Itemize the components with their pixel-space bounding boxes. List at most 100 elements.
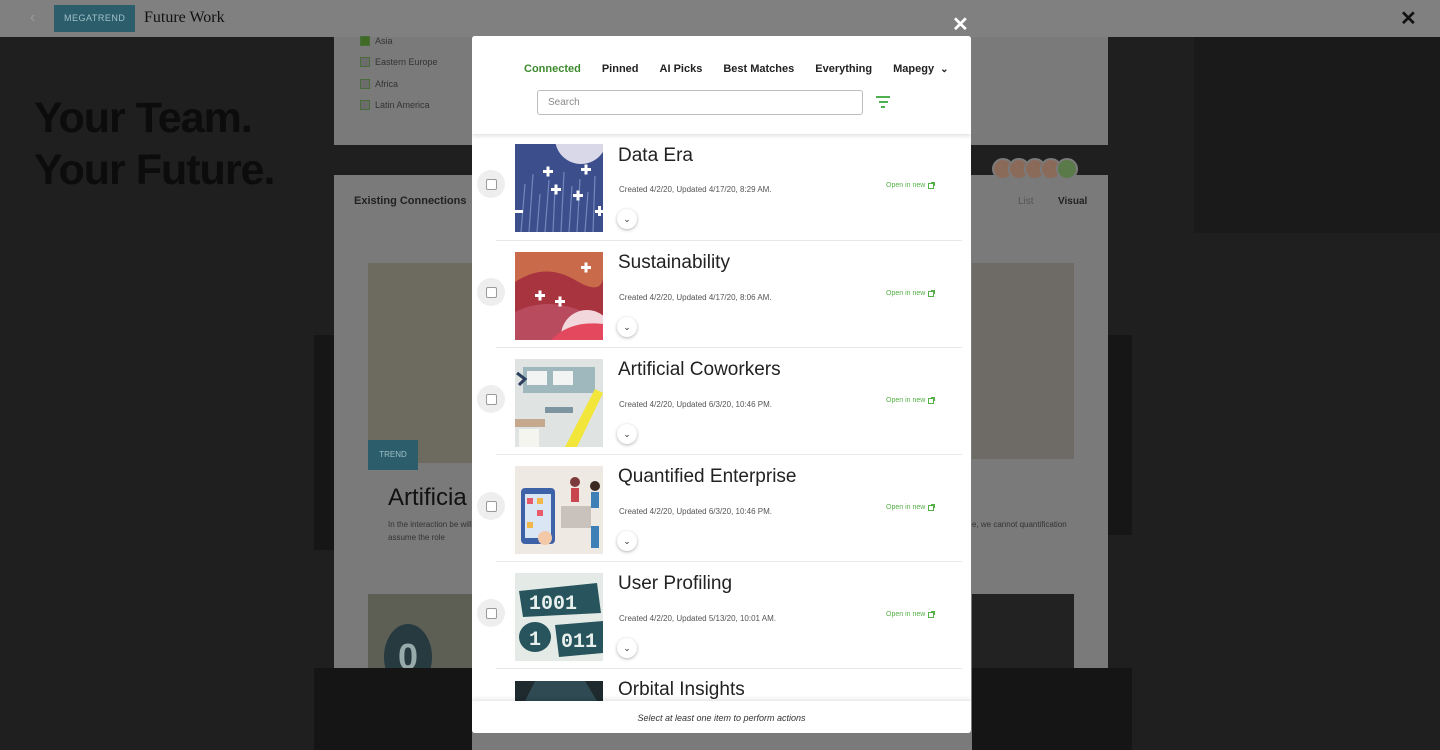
open-in-new-link[interactable]: Open in new: [886, 181, 936, 189]
item-meta: Created 4/2/20, Updated 4/17/20, 8:06 AM…: [619, 293, 772, 302]
connections-modal: Connected Pinned AI Picks Best Matches E…: [472, 36, 971, 733]
list-item[interactable]: Sustainability Created 4/2/20, Updated 4…: [472, 241, 971, 348]
open-in-new-label: Open in new: [886, 397, 926, 404]
app-topbar: ‹ MEGATREND Future Work ✕: [0, 0, 1440, 37]
item-thumbnail[interactable]: [515, 466, 603, 554]
region-africa[interactable]: Africa: [360, 79, 398, 89]
back-chevron-icon[interactable]: ‹: [30, 9, 35, 27]
expand-chevron-icon[interactable]: ⌄: [617, 531, 637, 551]
item-thumbnail[interactable]: [515, 144, 603, 232]
open-in-new-link[interactable]: Open in new: [886, 610, 936, 618]
tab-ai-picks[interactable]: AI Picks: [660, 63, 703, 75]
bg-dark-panel: [972, 668, 1132, 750]
connections-list[interactable]: Data Era Created 4/2/20, Updated 4/17/20…: [472, 134, 971, 701]
open-in-new-label: Open in new: [886, 504, 926, 511]
open-in-new-link[interactable]: Open in new: [886, 503, 936, 511]
region-label: Asia: [375, 36, 393, 46]
item-title[interactable]: Artificial Coworkers: [618, 359, 781, 381]
checkbox-icon: [485, 286, 497, 298]
trend-card-text: In the interaction be will assume the ro…: [388, 520, 472, 542]
region-label: Eastern Europe: [375, 57, 438, 67]
item-meta: Created 4/2/20, Updated 6/3/20, 10:46 PM…: [619, 507, 772, 516]
avatar-group[interactable]: [992, 158, 1078, 180]
item-checkbox[interactable]: [477, 278, 505, 306]
bg-dark-panel: [314, 335, 334, 550]
item-checkbox[interactable]: [477, 599, 505, 627]
expand-chevron-icon[interactable]: ⌄: [617, 209, 637, 229]
list-item[interactable]: 1001 1 011 User Profiling Created 4/2/20…: [472, 562, 971, 669]
item-thumbnail[interactable]: [515, 681, 603, 701]
mapegy-dropdown[interactable]: Mapegy ⌄: [893, 63, 948, 75]
open-in-new-label: Open in new: [886, 611, 926, 618]
expand-chevron-icon[interactable]: ⌄: [617, 424, 637, 444]
item-title[interactable]: Sustainability: [618, 252, 730, 274]
view-visual-toggle[interactable]: Visual: [1058, 196, 1087, 207]
trend-tag: TREND: [368, 440, 418, 470]
app-title: Future Work: [144, 9, 225, 26]
checkbox-icon: [485, 178, 497, 190]
open-in-new-label: Open in new: [886, 290, 926, 297]
filter-icon[interactable]: [875, 96, 891, 110]
item-title[interactable]: Data Era: [618, 145, 693, 167]
user-profiling-text-top: 1001: [529, 593, 577, 616]
trend-card-image[interactable]: [368, 263, 472, 463]
item-checkbox[interactable]: [477, 492, 505, 520]
region-label: Latin America: [375, 100, 430, 110]
item-checkbox[interactable]: [477, 170, 505, 198]
app-close-icon[interactable]: ✕: [1400, 6, 1417, 31]
hero-image: [1194, 37, 1440, 233]
expand-chevron-icon[interactable]: ⌄: [617, 638, 637, 658]
modal-close-icon[interactable]: ✕: [952, 12, 969, 37]
user-profiling-text-bottom: 011: [561, 631, 597, 654]
bg-dark-panel: [1108, 335, 1132, 535]
external-link-icon: [928, 503, 936, 511]
chevron-down-icon: ⌄: [940, 63, 949, 75]
checkbox-icon: [485, 500, 497, 512]
item-title[interactable]: Orbital Insights: [618, 679, 745, 701]
external-link-icon: [928, 181, 936, 189]
list-item[interactable]: Artificial Coworkers Created 4/2/20, Upd…: [472, 348, 971, 455]
open-in-new-link[interactable]: Open in new: [886, 396, 936, 404]
tab-everything[interactable]: Everything: [815, 63, 872, 75]
tab-best-matches[interactable]: Best Matches: [723, 63, 794, 75]
trend-card-title: Artificia: [388, 484, 467, 511]
item-meta: Created 4/2/20, Updated 4/17/20, 8:29 AM…: [619, 185, 772, 194]
open-in-new-link[interactable]: Open in new: [886, 289, 936, 297]
checkbox-icon: [485, 607, 497, 619]
hero-line-1: Your Team.: [34, 94, 253, 142]
checkbox-icon: [360, 100, 370, 110]
list-item[interactable]: Orbital Insights: [472, 669, 971, 701]
list-item[interactable]: Data Era Created 4/2/20, Updated 4/17/20…: [472, 134, 971, 241]
tab-pinned[interactable]: Pinned: [602, 63, 639, 75]
item-title[interactable]: User Profiling: [618, 573, 732, 595]
tab-connected[interactable]: Connected: [524, 63, 581, 75]
list-item[interactable]: Quantified Enterprise Created 4/2/20, Up…: [472, 455, 971, 562]
megatrend-badge: MEGATREND: [54, 5, 136, 32]
hero-heading: Your Team. Your Future.: [34, 92, 275, 196]
modal-tabs: Connected Pinned AI Picks Best Matches E…: [524, 63, 948, 75]
item-thumbnail[interactable]: [515, 252, 603, 340]
mapegy-dropdown-label: Mapegy: [893, 63, 935, 75]
region-label: Africa: [375, 79, 399, 89]
hero-line-2: Your Future.: [34, 146, 275, 194]
existing-connections-title: Existing Connections: [354, 195, 467, 207]
item-title[interactable]: Quantified Enterprise: [618, 466, 797, 488]
region-latin-america[interactable]: Latin America: [360, 100, 430, 110]
item-thumbnail[interactable]: 1001 1 011: [515, 573, 603, 661]
checkbox-icon: [485, 393, 497, 405]
region-asia[interactable]: Asia: [360, 36, 393, 46]
modal-footer-hint: Select at least one item to perform acti…: [472, 701, 971, 733]
trend-card-image-right[interactable]: [972, 263, 1074, 459]
item-checkbox[interactable]: [477, 385, 505, 413]
search-input[interactable]: [537, 90, 863, 115]
region-eastern-europe[interactable]: Eastern Europe: [360, 57, 438, 67]
external-link-icon: [928, 610, 936, 618]
expand-chevron-icon[interactable]: ⌄: [617, 317, 637, 337]
add-avatar-icon: [1056, 158, 1078, 180]
external-link-icon: [928, 289, 936, 297]
trend-card-text-right: e, we cannot quantification: [972, 520, 1067, 529]
external-link-icon: [928, 396, 936, 404]
view-list-toggle[interactable]: List: [1018, 196, 1034, 207]
open-in-new-label: Open in new: [886, 182, 926, 189]
item-thumbnail[interactable]: [515, 359, 603, 447]
